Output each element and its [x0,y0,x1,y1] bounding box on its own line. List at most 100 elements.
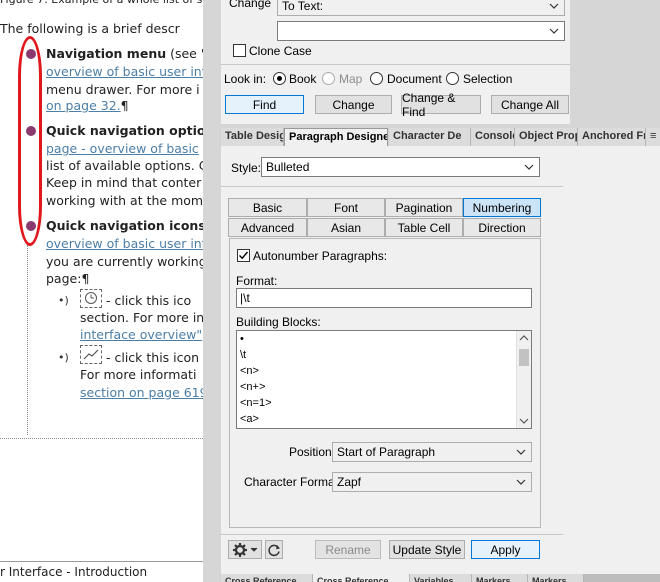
divider [221,64,570,65]
divider [221,186,563,187]
scrollbar-thumb[interactable] [519,349,529,366]
look-in-label: Look in: [224,72,267,86]
scroll-down-icon[interactable] [519,417,529,425]
item1-link2[interactable]: on page 32.¶ [46,97,129,115]
item1-link1[interactable]: overview of basic user int [46,63,203,81]
chevron-down-icon [516,479,526,485]
text-frame-border [0,438,203,439]
text-frame-border [27,245,28,435]
change-value-combo[interactable] [277,21,565,41]
subtab-asian[interactable]: Asian [307,218,385,237]
autonumber-checkbox[interactable] [237,249,250,262]
chart-icon [80,345,102,364]
item2-link[interactable]: page - overview of basic [46,140,199,158]
list-item[interactable]: • [240,333,244,345]
update-style-button[interactable]: Update Style [389,540,465,559]
subtab-table-cell[interactable]: Table Cell [385,218,463,237]
sub1-link[interactable]: interface overview" [80,326,202,344]
rename-button[interactable]: Rename [315,540,381,559]
style-label: Style: [231,161,262,175]
style-select[interactable]: Bulleted [261,157,540,177]
subtab-numbering[interactable]: Numbering [463,198,541,217]
tab-markers[interactable]: Markers [472,574,528,582]
position-select[interactable]: Start of Paragraph [332,442,532,462]
look-in-book-radio[interactable] [273,72,286,85]
list-scrollbar[interactable] [516,331,531,428]
character-format-label: Character Format: [244,475,342,489]
list-item[interactable]: <n+> [240,381,265,393]
sub1-line2: section. For more in [80,310,203,325]
look-in-map-radio[interactable] [322,72,335,85]
change-button[interactable]: Change [315,95,392,114]
item3-title: Quick navigation icons ( [46,218,203,233]
tab-markers-2[interactable]: Markers [528,574,584,582]
tab-table-designer[interactable]: Table Design [221,128,284,146]
clone-case-label: Clone Case [249,44,312,58]
item1-line3: menu drawer. For more i [46,82,200,97]
look-in-selection-radio[interactable] [446,72,459,85]
scroll-up-icon[interactable] [519,334,529,342]
change-and-find-button[interactable]: Change & Find [401,91,481,119]
subtab-direction[interactable]: Direction [463,218,541,237]
tab-character-designer[interactable]: Character De [389,128,471,146]
tab-cross-reference-2[interactable]: Cross Reference [313,574,410,582]
clock-icon [80,289,102,308]
item2-line4: Keep in mind that conter [46,175,202,190]
tab-console[interactable]: Console [471,128,515,146]
look-in-document-radio[interactable] [370,72,383,85]
format-label: Format: [236,274,278,288]
change-mode-select[interactable]: To Text: [277,0,565,16]
sub2-link[interactable]: section on page 619 [80,384,203,402]
panel-tab-strip: Table Design Paragraph Designer Characte… [221,128,660,147]
subtab-advanced[interactable]: Advanced [228,218,307,237]
subtab-font[interactable]: Font [307,198,385,217]
item3-link[interactable]: overview of basic user int [46,235,203,253]
tab-paragraph-designer[interactable]: Paragraph Designer [284,128,388,147]
checkmark-icon [239,251,249,260]
sub-bullet-marker: •) [58,351,69,364]
look-in-selection-label: Selection [463,72,513,86]
look-in-map-label: Map [339,72,363,86]
item3-line3: you are currently working [46,254,203,269]
commands-menu-button[interactable] [228,540,262,559]
designer-panel: Change To Text: Clone Case Look in: Book… [203,0,660,582]
autonumber-label: Autonumber Paragraphs: [253,249,388,263]
building-blocks-list[interactable]: • \t <n> <n+> <n=1> <a> [236,330,532,429]
find-button[interactable]: Find [225,95,304,114]
tab-anchored-frame[interactable]: Anchored Fra [578,128,646,146]
panel-menu-icon[interactable]: ≡ [646,128,660,146]
intro-text: The following is a brief descr [0,21,180,36]
change-label: Change [229,0,272,10]
look-in-document-label: Document [387,72,442,86]
chevron-down-icon [516,449,526,455]
change-all-button[interactable]: Change All [491,95,569,114]
divider [221,534,563,535]
apply-button[interactable]: Apply [471,540,540,559]
tab-cross-reference[interactable]: Cross Reference [221,574,313,582]
list-item[interactable]: \t [240,349,246,361]
clone-case-checkbox[interactable] [233,44,246,57]
building-blocks-label: Building Blocks: [236,315,321,329]
annotation-oval [18,36,42,246]
tab-object-properties[interactable]: Object Prop [515,128,578,146]
figure-caption: Figure 7: Example of a whole list of sho… [0,0,203,9]
item2-line3: list of available options. C [46,158,203,173]
item3-line4: page:¶ [46,271,90,286]
format-input[interactable]: |\t [236,288,532,308]
item2-line5: working with at the mom [46,193,203,208]
character-format-select[interactable]: Zapf [332,472,532,492]
list-item[interactable]: <n> [240,365,259,377]
list-item[interactable]: <a> [240,413,259,425]
item2-title: Quick navigation optio [46,123,203,138]
chevron-down-icon [549,3,559,9]
list-item[interactable]: <n=1> [240,397,272,409]
sub2-line1: - click this icon t [106,350,203,365]
tab-variables[interactable]: Variables [410,574,472,582]
sub-bullet-marker: •) [58,294,69,307]
subtab-pagination[interactable]: Pagination [385,198,463,217]
refresh-icon [268,544,280,556]
refresh-button[interactable] [265,540,283,559]
subtab-basic[interactable]: Basic [228,198,307,217]
position-value: Start of Paragraph [337,445,436,459]
position-label: Position: [289,445,336,459]
